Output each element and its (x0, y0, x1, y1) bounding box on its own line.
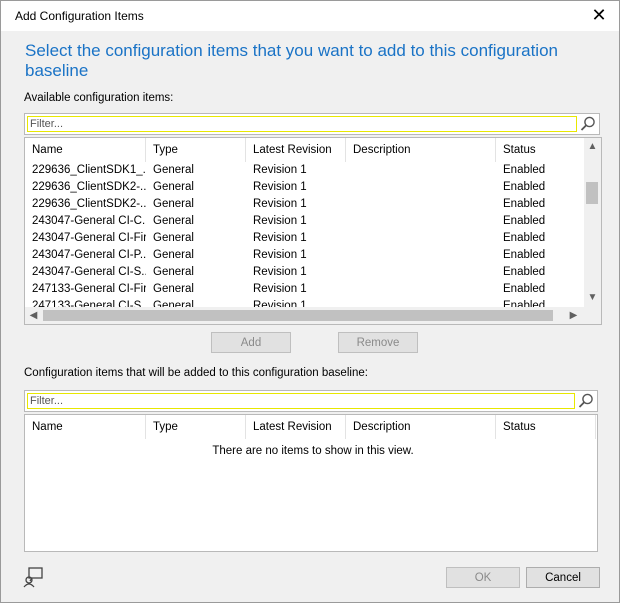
add-button[interactable]: Add (211, 332, 291, 353)
cell-latest-revision: Revision 1 (253, 249, 307, 261)
cell-type: General (153, 164, 194, 176)
feedback-icon[interactable] (23, 566, 45, 588)
table-row[interactable]: 243047-General CI-P... General Revision 1 E… (25, 247, 585, 264)
horizontal-scrollbar[interactable]: ◀ ▶ (25, 307, 601, 324)
cell-latest-revision: Revision 1 (253, 266, 307, 278)
cell-status: Enabled (503, 266, 546, 278)
vertical-scrollbar[interactable]: ▲ ▼ (584, 138, 601, 307)
cell-type: General (153, 181, 194, 193)
cell-latest-revision: Revision 1 (253, 164, 307, 176)
cell-type: General (153, 283, 194, 295)
cell-status: Enabled (503, 181, 546, 193)
available-filter-input[interactable] (27, 116, 577, 132)
column-header-status[interactable]: Status (496, 138, 584, 162)
selected-filter-input[interactable] (27, 393, 575, 409)
scroll-right-icon[interactable]: ▶ (565, 307, 582, 324)
cell-description (346, 264, 496, 281)
cell-description (346, 179, 496, 196)
search-icon[interactable] (577, 392, 595, 410)
cell-name: 243047-General CI-Fir... (32, 232, 146, 244)
page-heading: Select the configuration items that you … (25, 41, 558, 80)
column-header-name[interactable]: Name (25, 415, 146, 439)
table-row[interactable]: 229636_ClientSDK2-... General Revision 1 En… (25, 179, 585, 196)
cell-status: Enabled (503, 164, 546, 176)
column-header-description[interactable]: Description (346, 415, 496, 439)
column-header-latest-revision[interactable]: Latest Revision (246, 415, 346, 439)
title-bar: Add Configuration Items ✕ (1, 1, 619, 31)
cell-latest-revision: Revision 1 (253, 198, 307, 210)
cell-description (346, 162, 496, 179)
cell-name: 243047-General CI-C... (32, 215, 146, 227)
add-configuration-items-dialog: Add Configuration Items ✕ Select the con… (0, 0, 620, 603)
cell-status: Enabled (503, 232, 546, 244)
ok-button[interactable]: OK (446, 567, 520, 588)
cell-description (346, 230, 496, 247)
vertical-scroll-thumb[interactable] (586, 182, 598, 204)
available-items-label: Available configuration items: (24, 92, 174, 104)
cell-latest-revision: Revision 1 (253, 215, 307, 227)
cell-type: General (153, 198, 194, 210)
scroll-left-icon[interactable]: ◀ (25, 307, 42, 324)
column-header-latest-revision[interactable]: Latest Revision (246, 138, 346, 162)
cell-description (346, 281, 496, 298)
cell-name: 243047-General CI-S... (32, 266, 146, 278)
table-row[interactable]: 243047-General CI-S... General Revision 1 E… (25, 264, 585, 281)
search-icon[interactable] (579, 115, 597, 133)
selected-items-label: Configuration items that will be added t… (24, 367, 368, 379)
cell-description (346, 247, 496, 264)
column-header-type[interactable]: Type (146, 415, 246, 439)
cell-type: General (153, 266, 194, 278)
available-items-list[interactable]: Name Type Latest Revision Description St… (24, 137, 602, 325)
selected-items-list[interactable]: Name Type Latest Revision Description St… (24, 414, 598, 552)
available-filter-box (24, 113, 600, 135)
table-row[interactable]: 247133-General CI-Fir... General Revision … (25, 281, 585, 298)
table-row[interactable]: 243047-General CI-C... General Revision 1 E… (25, 213, 585, 230)
horizontal-scroll-thumb[interactable] (43, 310, 553, 321)
window-title: Add Configuration Items (15, 9, 144, 23)
cell-name: 229636_ClientSDK2-... (32, 181, 146, 193)
column-header-type[interactable]: Type (146, 138, 246, 162)
selected-filter-box (24, 390, 598, 412)
cell-description (346, 213, 496, 230)
cell-type: General (153, 215, 194, 227)
cancel-button[interactable]: Cancel (526, 567, 600, 588)
cell-latest-revision: Revision 1 (253, 283, 307, 295)
scroll-down-icon[interactable]: ▼ (584, 289, 601, 306)
remove-button[interactable]: Remove (338, 332, 418, 353)
scroll-up-icon[interactable]: ▲ (584, 138, 601, 155)
cell-status: Enabled (503, 283, 546, 295)
empty-list-message: There are no items to show in this view. (212, 445, 414, 457)
cell-name: 229636_ClientSDK2-... (32, 198, 146, 210)
cell-name: 229636_ClientSDK1_... (32, 164, 146, 176)
cell-name: 243047-General CI-P... (32, 249, 146, 261)
cell-status: Enabled (503, 249, 546, 261)
close-icon[interactable]: ✕ (589, 5, 609, 25)
column-header-name[interactable]: Name (25, 138, 146, 162)
table-row[interactable]: 243047-General CI-Fir... General Revision … (25, 230, 585, 247)
column-header-status[interactable]: Status (496, 415, 596, 439)
cell-description (346, 196, 496, 213)
table-row[interactable]: 229636_ClientSDK2-... General Revision 1 En… (25, 196, 585, 213)
cell-latest-revision: Revision 1 (253, 181, 307, 193)
cell-type: General (153, 249, 194, 261)
table-row[interactable]: 229636_ClientSDK1_... General Revision 1 En… (25, 162, 585, 179)
cell-type: General (153, 232, 194, 244)
cell-status: Enabled (503, 215, 546, 227)
cell-status: Enabled (503, 198, 546, 210)
cell-name: 247133-General CI-Fir... (32, 283, 146, 295)
column-header-description[interactable]: Description (346, 138, 496, 162)
cell-latest-revision: Revision 1 (253, 232, 307, 244)
